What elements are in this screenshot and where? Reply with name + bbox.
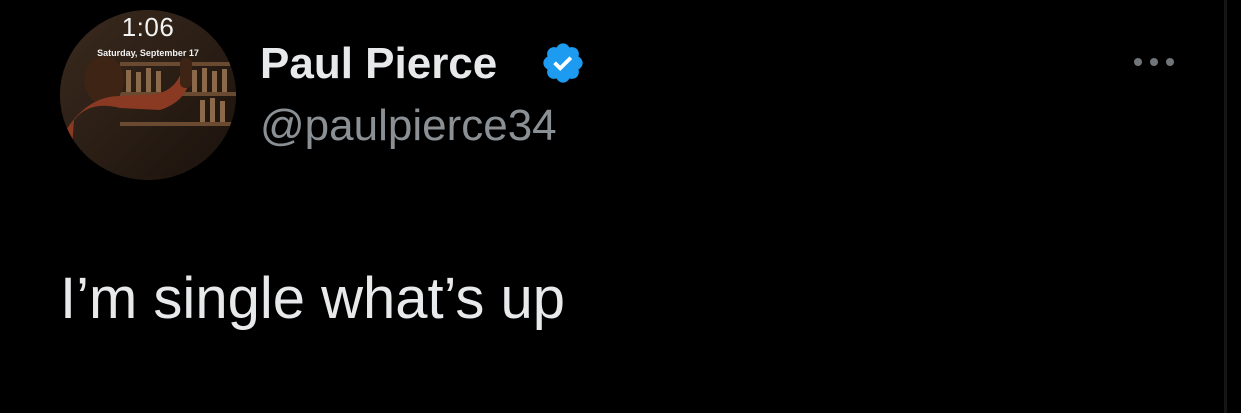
- author-handle[interactable]: @paulpierce34: [260, 100, 557, 152]
- more-options-icon: [1134, 58, 1142, 66]
- tweet-text: I’m single what’s up: [60, 266, 566, 331]
- verified-badge-icon: [543, 43, 583, 83]
- more-options-icon: [1150, 58, 1158, 66]
- lock-screen-time: 1:06: [121, 12, 175, 42]
- divider: [1224, 0, 1227, 413]
- more-options-icon: [1166, 58, 1174, 66]
- more-options-button[interactable]: [1130, 48, 1180, 74]
- author-display-name[interactable]: Paul Pierce: [260, 38, 497, 90]
- tweet-card: 1:06 Saturday, September 17 Paul Pierce …: [0, 0, 1241, 413]
- lock-screen-date: Saturday, September 17: [97, 48, 199, 58]
- avatar[interactable]: 1:06 Saturday, September 17: [60, 10, 236, 180]
